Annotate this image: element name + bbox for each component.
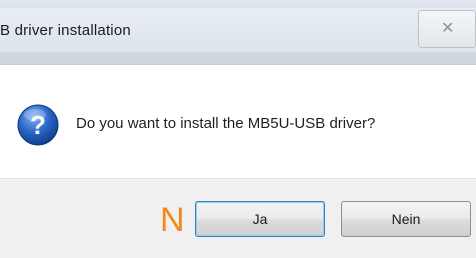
- title-bar[interactable]: B driver installation ✕: [0, 0, 476, 65]
- dialog-content: ? Do you want to install the MB5U-USB dr…: [0, 65, 476, 177]
- close-button[interactable]: ✕: [418, 10, 476, 48]
- svg-text:?: ?: [30, 110, 46, 140]
- yes-button[interactable]: Ja: [195, 201, 325, 237]
- question-icon: ?: [17, 104, 59, 146]
- no-button[interactable]: Nein: [341, 201, 471, 237]
- installer-dialog: B driver installation ✕ ? Do you want to…: [0, 0, 476, 258]
- dialog-message: Do you want to install the MB5U-USB driv…: [76, 115, 376, 132]
- close-icon: ✕: [441, 20, 455, 37]
- annotation-label: N: [160, 201, 185, 239]
- window-title: B driver installation: [0, 22, 131, 39]
